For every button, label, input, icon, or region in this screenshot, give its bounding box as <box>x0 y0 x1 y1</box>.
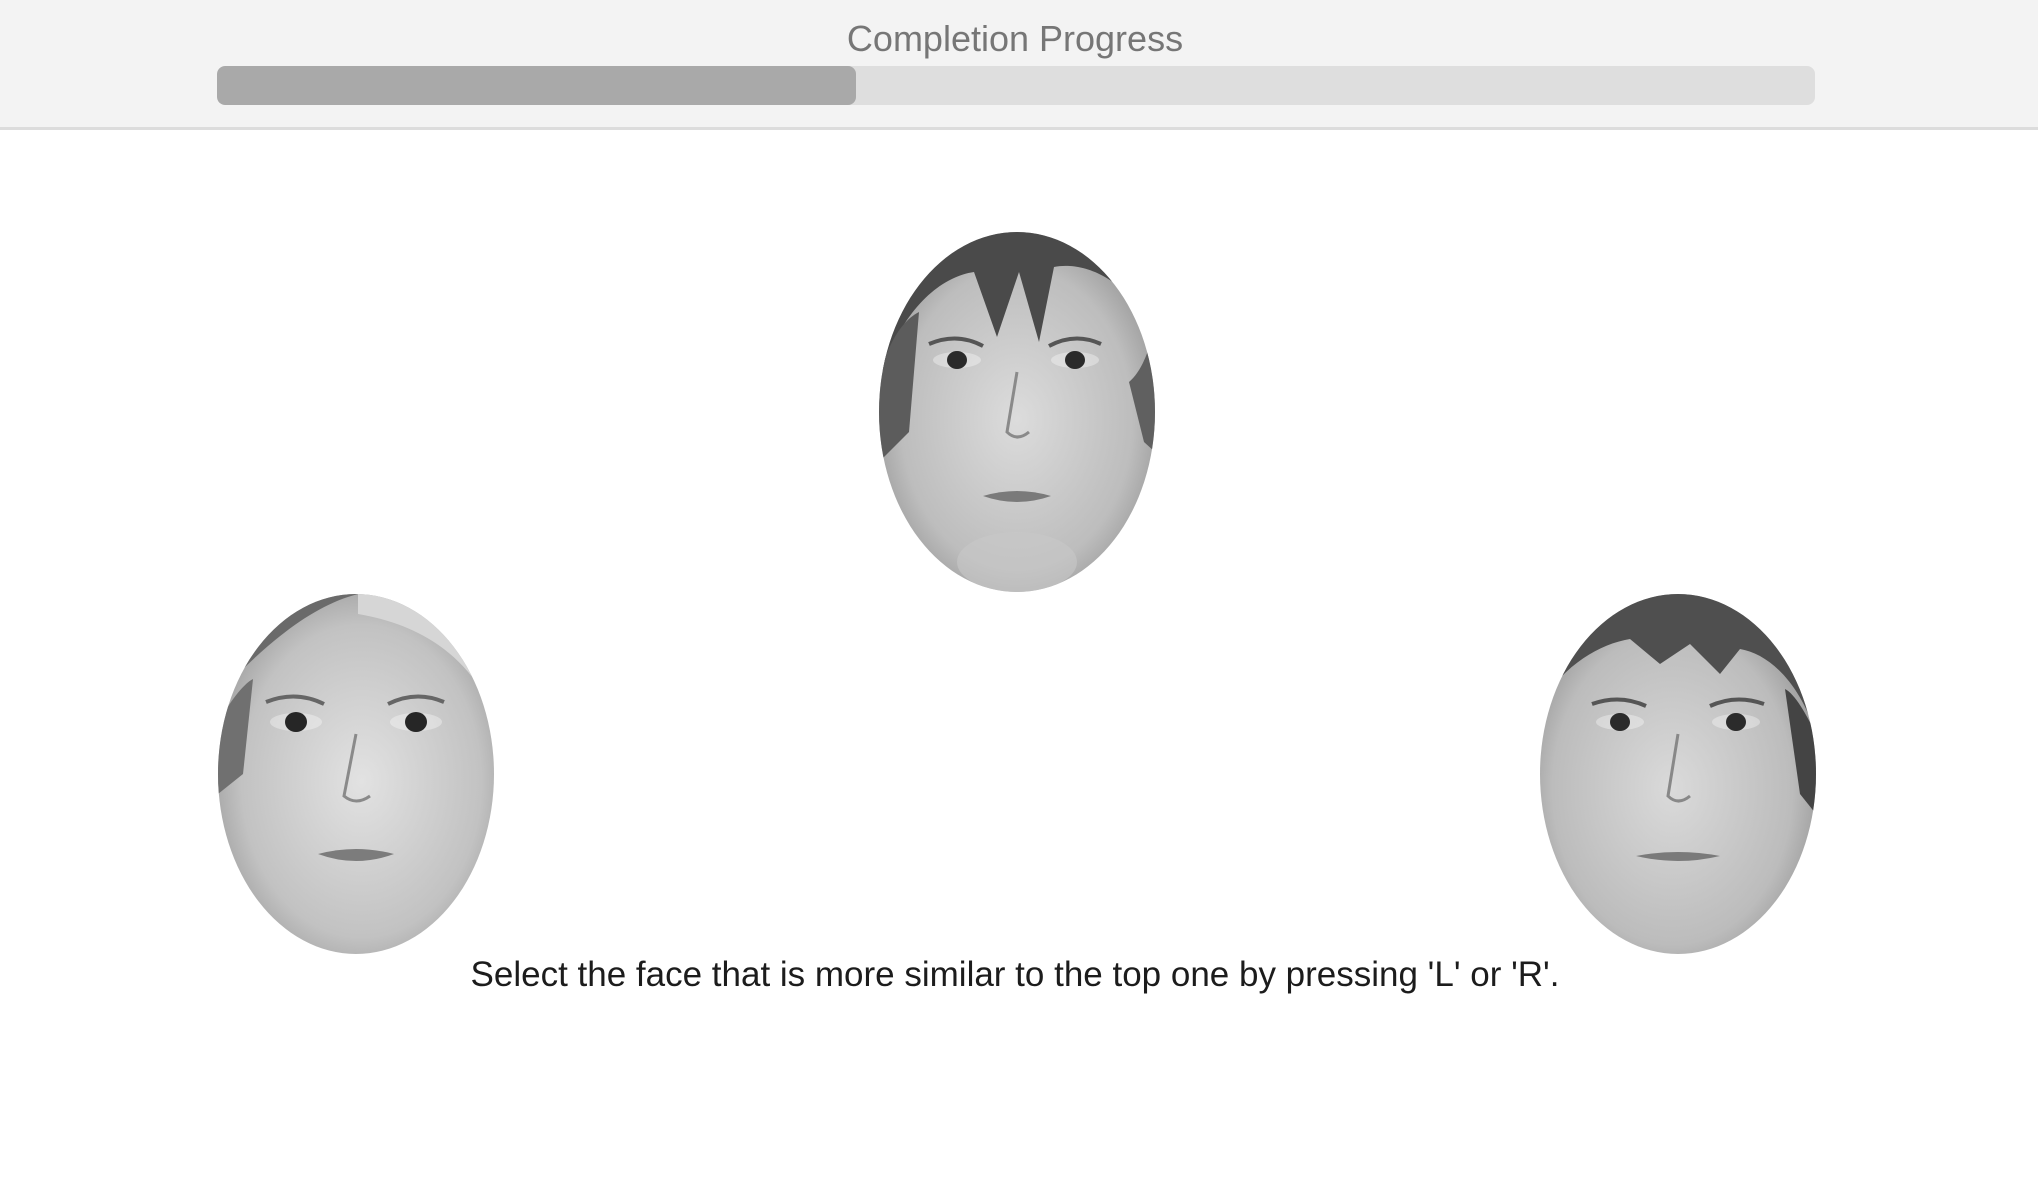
progress-bar <box>217 66 1815 105</box>
target-face-image <box>879 232 1155 592</box>
face-photo-icon <box>1540 594 1816 954</box>
progress-header: Completion Progress <box>0 0 2038 130</box>
face-photo-icon <box>879 232 1155 592</box>
face-photo-icon <box>218 594 494 954</box>
right-face-image <box>1540 594 1816 954</box>
progress-bar-fill <box>217 66 857 105</box>
progress-title: Completion Progress <box>846 18 1184 59</box>
left-face-image <box>218 594 494 954</box>
instruction-text: Select the face that is more similar to … <box>470 955 1560 994</box>
